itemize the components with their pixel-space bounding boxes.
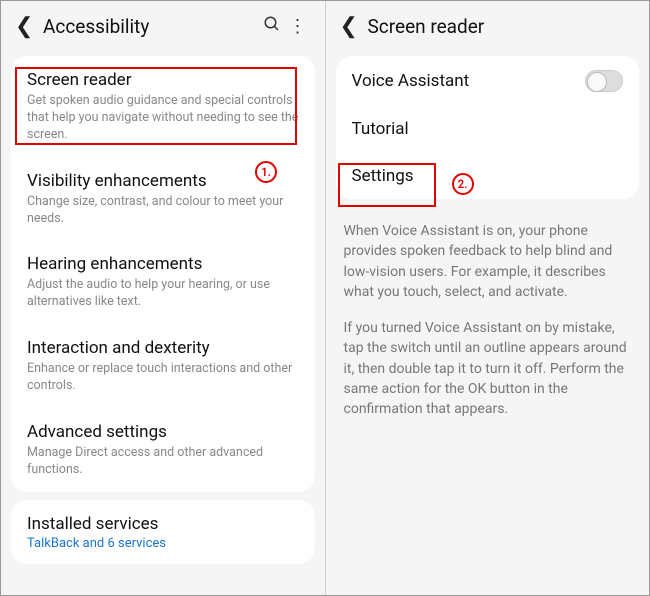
- item-advanced-settings[interactable]: Advanced settings Manage Direct access a…: [11, 408, 315, 492]
- screen-reader-screen: ❮ Screen reader Voice Assistant Tutorial…: [326, 1, 650, 595]
- search-icon[interactable]: [259, 15, 285, 38]
- item-title: Settings: [352, 166, 624, 186]
- item-sub: Change size, contrast, and colour to mee…: [27, 194, 299, 228]
- accessibility-screen: ❮ Accessibility ⋮ Screen reader Get spok…: [1, 1, 326, 595]
- voice-assistant-toggle[interactable]: [585, 70, 623, 92]
- item-title: Interaction and dexterity: [27, 338, 299, 358]
- item-sub: Adjust the audio to help your hearing, o…: [27, 277, 299, 311]
- back-icon[interactable]: ❮: [340, 16, 362, 38]
- description-paragraph: If you turned Voice Assistant on by mist…: [344, 318, 632, 419]
- item-title: Visibility enhancements: [27, 171, 299, 191]
- item-tutorial[interactable]: Tutorial: [336, 105, 640, 152]
- screen-reader-card: Voice Assistant Tutorial Settings: [336, 56, 640, 199]
- item-settings[interactable]: Settings: [336, 152, 640, 199]
- settings-list-card: Screen reader Get spoken audio guidance …: [11, 56, 315, 492]
- description-paragraph: When Voice Assistant is on, your phone p…: [344, 221, 632, 302]
- item-title: Tutorial: [352, 119, 624, 139]
- header: ❮ Screen reader: [326, 1, 650, 48]
- item-sub: Enhance or replace touch interactions an…: [27, 361, 299, 395]
- item-visibility-enhancements[interactable]: Visibility enhancements Change size, con…: [11, 157, 315, 241]
- installed-services-card[interactable]: Installed services TalkBack and 6 servic…: [11, 500, 315, 564]
- item-title: Screen reader: [27, 70, 299, 90]
- back-icon[interactable]: ❮: [15, 16, 37, 38]
- more-icon[interactable]: ⋮: [285, 16, 311, 37]
- item-installed-services[interactable]: Installed services TalkBack and 6 servic…: [11, 500, 315, 564]
- header: ❮ Accessibility ⋮: [1, 1, 325, 48]
- item-sub: Get spoken audio guidance and special co…: [27, 93, 299, 144]
- item-sub: Manage Direct access and other advanced …: [27, 445, 299, 479]
- item-screen-reader[interactable]: Screen reader Get spoken audio guidance …: [11, 56, 315, 157]
- description-block: When Voice Assistant is on, your phone p…: [326, 207, 650, 434]
- page-title: Accessibility: [37, 15, 259, 38]
- item-voice-assistant[interactable]: Voice Assistant: [336, 56, 640, 105]
- item-title: Advanced settings: [27, 422, 299, 442]
- item-title: Hearing enhancements: [27, 254, 299, 274]
- item-title: Installed services: [27, 514, 299, 534]
- item-interaction-dexterity[interactable]: Interaction and dexterity Enhance or rep…: [11, 324, 315, 408]
- item-title: Voice Assistant: [352, 71, 470, 91]
- item-hearing-enhancements[interactable]: Hearing enhancements Adjust the audio to…: [11, 240, 315, 324]
- page-title: Screen reader: [362, 15, 636, 38]
- item-sub-link: TalkBack and 6 services: [27, 536, 299, 551]
